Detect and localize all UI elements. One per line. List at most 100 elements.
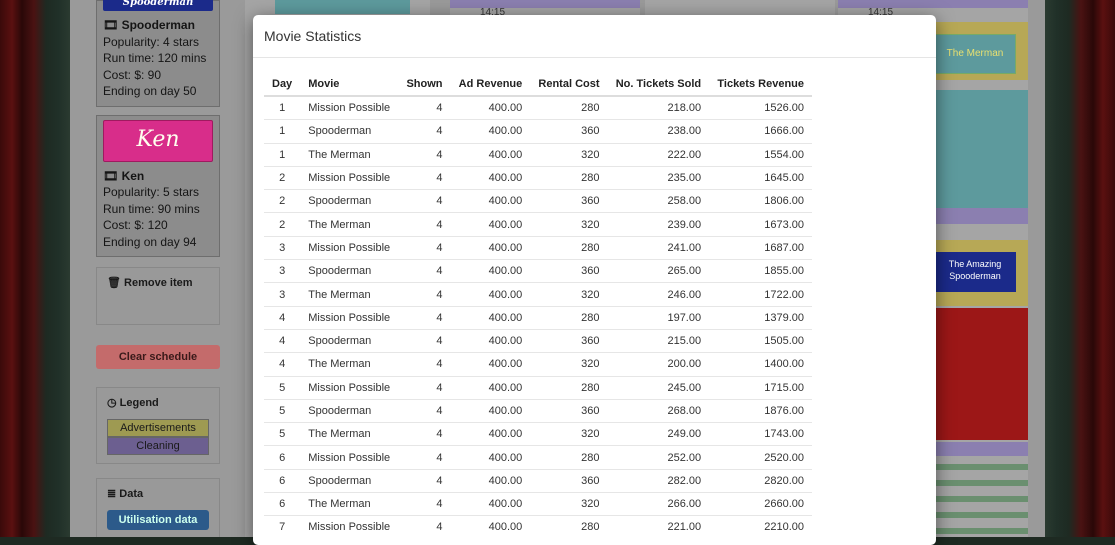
cell-movie: The Merman [300, 282, 399, 307]
cell-tickets-revenue: 2210.00 [709, 515, 812, 539]
cell-tickets-sold: 268.00 [607, 398, 710, 423]
table-row: 4 Mission Possible 4 400.00 280 197.00 1379.00 [264, 305, 812, 330]
cell-movie: The Merman [300, 422, 399, 446]
cell-movie: Spooderman [300, 398, 399, 423]
cell-movie: Spooderman [300, 119, 399, 144]
table-row: 5 Mission Possible 4 400.00 280 245.00 1715.00 [264, 375, 812, 400]
cell-movie: Mission Possible [300, 375, 399, 400]
cell-day: 6 [264, 492, 301, 516]
cell-shown: 4 [398, 119, 451, 144]
cell-tickets-revenue: 1806.00 [709, 189, 812, 213]
cell-tickets-sold: 218.00 [667, 102, 702, 115]
cell-shown: 4 [398, 165, 451, 190]
cell-ad-revenue: 400.00 [450, 142, 531, 167]
cell-day: 1 [279, 102, 286, 115]
cell-day: 2 [264, 189, 301, 213]
table-row: 5 The Merman 4 400.00 320 249.00 1743.00 [264, 422, 812, 446]
cell-tickets-revenue: 1505.00 [709, 328, 812, 353]
cell-rental-cost: 280 [530, 165, 608, 190]
table-row: 6 Mission Possible 4 400.00 280 252.00 2520.00 [264, 445, 812, 470]
cell-rental-cost: 280 [530, 375, 608, 400]
cell-tickets-revenue: 1666.00 [709, 119, 812, 144]
cell-tickets-sold: 221.00 [607, 515, 710, 539]
cell-tickets-sold: 197.00 [607, 305, 710, 330]
cell-tickets-revenue: 1743.00 [709, 422, 812, 446]
cell-rental-cost: 360 [530, 328, 608, 353]
cell-tickets-sold: 241.00 [607, 235, 710, 260]
table-header-row: Day Movie Shown Ad Revenue Rental Cost N… [264, 72, 812, 97]
cell-tickets-sold: 246.00 [607, 282, 710, 307]
cell-rental-cost: 360 [530, 189, 608, 213]
cell-day: 3 [264, 259, 301, 283]
cell-rental-cost: 360 [530, 468, 608, 493]
cell-tickets-revenue: 1687.00 [709, 235, 812, 260]
cell-tickets-revenue: 1715.00 [709, 375, 812, 400]
cell-rental-cost: 320 [530, 422, 608, 446]
cell-tickets-revenue: 1526.00 [764, 102, 804, 115]
cell-movie: Spooderman [300, 259, 399, 283]
cell-tickets-sold: 238.00 [607, 119, 710, 144]
cell-shown: 4 [398, 515, 451, 539]
cell-shown: 4 [398, 445, 451, 470]
movie-statistics-modal: Movie Statistics Day Movie Shown Ad Reve… [253, 15, 936, 545]
cell-day: 7 [264, 515, 301, 539]
cell-shown: 4 [398, 352, 451, 377]
cell-rental-cost: 320 [530, 142, 608, 167]
cell-movie: Spooderman [300, 468, 399, 493]
cell-tickets-sold: 235.00 [607, 165, 710, 190]
cell-ad-revenue: 400.00 [450, 515, 531, 539]
cell-rental-cost: 280 [530, 305, 608, 330]
cell-ad-revenue: 400.00 [450, 305, 531, 330]
cell-tickets-sold: 249.00 [607, 422, 710, 446]
cell-rental-cost: 280 [530, 235, 608, 260]
cell-ad-revenue: 400.00 [450, 492, 531, 516]
cell-tickets-sold: 282.00 [607, 468, 710, 493]
table-row: 4 Spooderman 4 400.00 360 215.00 1505.00 [264, 328, 812, 353]
col-movie: Movie [300, 72, 399, 97]
cell-day: 2 [264, 165, 301, 190]
cell-movie: Mission Possible [308, 102, 391, 115]
cell-tickets-sold: 245.00 [607, 375, 710, 400]
cell-shown: 4 [398, 259, 451, 283]
statistics-table: Day Movie Shown Ad Revenue Rental Cost N… [264, 72, 812, 539]
cell-ad-revenue: 400.00 [450, 165, 531, 190]
cell-rental-cost: 320 [530, 282, 608, 307]
cell-ad-revenue: 400.00 [450, 328, 531, 353]
table-row: 5 Spooderman 4 400.00 360 268.00 1876.00 [264, 398, 812, 423]
cell-rental-cost: 280 [581, 102, 600, 115]
cell-shown: 4 [436, 102, 443, 115]
col-day: Day [264, 72, 301, 97]
col-ad-revenue: Ad Revenue [450, 72, 531, 97]
table-row: 6 The Merman 4 400.00 320 266.00 2660.00 [264, 492, 812, 516]
cell-shown: 4 [398, 492, 451, 516]
table-row: 2 Spooderman 4 400.00 360 258.00 1806.00 [264, 189, 812, 213]
cell-rental-cost: 280 [530, 515, 608, 539]
cell-movie: The Merman [300, 212, 399, 237]
cell-tickets-revenue: 2660.00 [709, 492, 812, 516]
modal-title: Movie Statistics [264, 28, 362, 44]
table-body: 1 Mission Possible 4 400.00 280 218.00 1526.00… [264, 96, 812, 539]
cell-day: 5 [264, 398, 301, 423]
cell-shown: 4 [398, 142, 451, 167]
cell-ad-revenue: 400.00 [450, 282, 531, 307]
cell-ad-revenue: 400.00 [450, 422, 531, 446]
cell-ad-revenue: 400.00 [450, 375, 531, 400]
cell-day: 2 [264, 212, 301, 237]
cell-day: 1 [264, 119, 301, 144]
cell-tickets-sold: 215.00 [607, 328, 710, 353]
cell-day: 5 [264, 422, 301, 446]
table-row: 1 Spooderman 4 400.00 360 238.00 1666.00 [264, 119, 812, 144]
cell-day: 3 [264, 235, 301, 260]
cell-rental-cost: 360 [530, 259, 608, 283]
table-row: 2 Mission Possible 4 400.00 280 235.00 1645.00 [264, 165, 812, 190]
cell-ad-revenue: 400.00 [450, 259, 531, 283]
cell-shown: 4 [398, 398, 451, 423]
cell-tickets-revenue: 1722.00 [709, 282, 812, 307]
cell-tickets-revenue: 1876.00 [709, 398, 812, 423]
cell-tickets-revenue: 1673.00 [709, 212, 812, 237]
cell-tickets-revenue: 2820.00 [709, 468, 812, 493]
col-tickets-revenue: Tickets Revenue [709, 72, 812, 97]
cell-shown: 4 [398, 422, 451, 446]
cell-shown: 4 [398, 189, 451, 213]
cell-tickets-sold: 252.00 [607, 445, 710, 470]
